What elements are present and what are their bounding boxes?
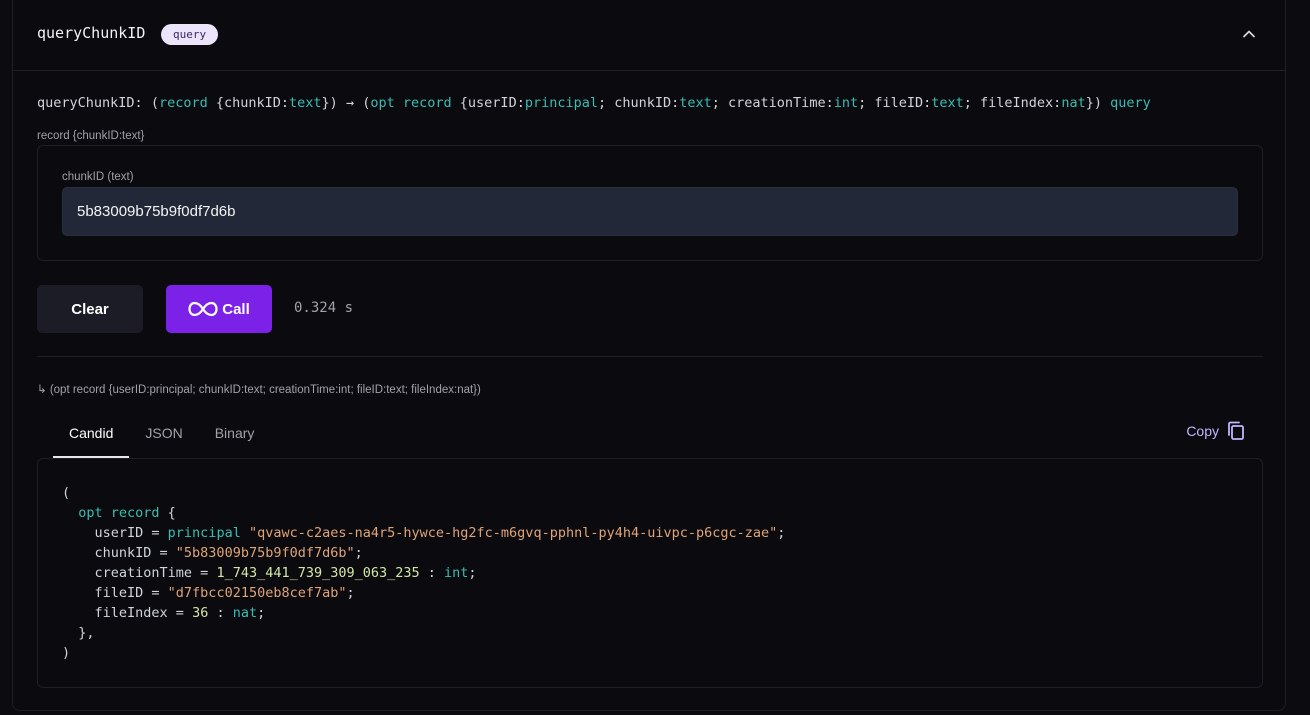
method-name: queryChunkID bbox=[37, 24, 146, 42]
query-badge: query bbox=[161, 24, 219, 45]
clear-button[interactable]: Clear bbox=[37, 285, 143, 333]
copy-button[interactable]: Copy bbox=[1186, 421, 1245, 441]
copy-icon bbox=[1228, 421, 1244, 440]
candid-result-code: ( opt record { userID = principal "qvawc… bbox=[62, 485, 786, 661]
method-card: queryChunkID query queryChunkID: (record… bbox=[12, 0, 1286, 711]
call-button[interactable]: Call bbox=[166, 285, 272, 333]
argument-record-label: record {chunkID:text} bbox=[37, 130, 145, 142]
call-button-label: Call bbox=[222, 300, 250, 318]
result-output-box: ( opt record { userID = principal "qvawc… bbox=[37, 458, 1263, 688]
argument-input-box: chunkID (text) bbox=[37, 145, 1263, 261]
tab-json[interactable]: JSON bbox=[129, 410, 198, 458]
method-header[interactable]: queryChunkID query bbox=[13, 0, 1285, 71]
tab-binary[interactable]: Binary bbox=[199, 410, 271, 458]
call-timing: 0.324 s bbox=[294, 300, 354, 316]
result-tabs: Candid JSON Binary bbox=[53, 410, 270, 458]
chunkid-input[interactable] bbox=[62, 187, 1238, 236]
infinity-icon bbox=[188, 301, 218, 317]
chevron-up-icon[interactable] bbox=[1239, 24, 1259, 44]
copy-label: Copy bbox=[1186, 423, 1219, 439]
method-signature: queryChunkID: (record {chunkID:text}) → … bbox=[37, 95, 1151, 111]
chunkid-field-label: chunkID (text) bbox=[62, 171, 134, 183]
section-divider bbox=[37, 356, 1263, 357]
return-type-label: ↳ (opt record {userID:principal; chunkID… bbox=[37, 384, 481, 396]
tab-candid[interactable]: Candid bbox=[53, 410, 130, 458]
